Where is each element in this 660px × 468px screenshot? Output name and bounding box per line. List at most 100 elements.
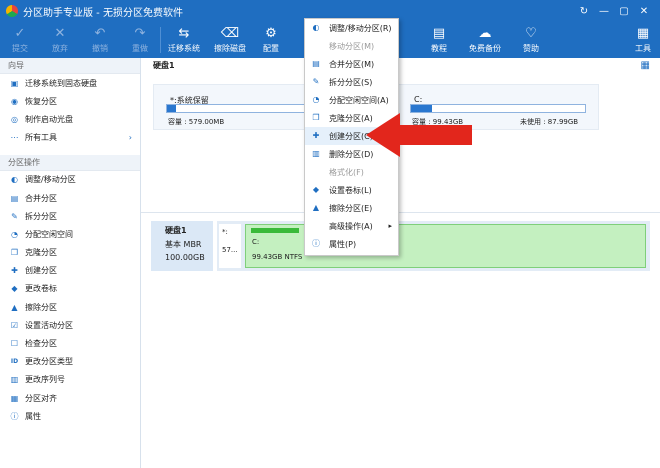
- c-usage-fill: [251, 228, 299, 233]
- menu-item-advanced[interactable]: 高级操作(A) ▸: [305, 217, 398, 235]
- undo-icon: ↶: [94, 25, 106, 41]
- pie-icon: ◔: [312, 95, 320, 104]
- close-button[interactable]: ✕: [634, 0, 654, 22]
- wipe-icon: ▲: [11, 302, 18, 312]
- more-icon: ⋯: [10, 133, 19, 143]
- sidebar-item-label: 创建分区: [25, 266, 57, 276]
- format-icon: [311, 167, 321, 177]
- partition-card-reserved[interactable]: *:系统保留 容量 : 579.00MB: [153, 84, 327, 130]
- sidebar-item-label: 检查分区: [25, 339, 57, 349]
- sidebar-item-resize[interactable]: ◐ 调整/移动分区: [0, 171, 140, 189]
- tutorial-button[interactable]: ▤ 教程: [416, 22, 462, 58]
- apply-button[interactable]: ✓ 提交: [0, 22, 40, 58]
- sidebar-item-label: 属性: [25, 411, 41, 421]
- annotation-arrow-icon: [366, 113, 472, 157]
- sidebar-item-check[interactable]: ☐ 检查分区: [0, 334, 140, 352]
- config-button[interactable]: ⚙ 配置: [253, 22, 289, 58]
- undo-button[interactable]: ↶ 撤销: [80, 22, 120, 58]
- migrate-label: 迁移系统: [168, 43, 200, 53]
- sidebar-item-properties[interactable]: ⓘ 属性: [0, 407, 140, 425]
- redo-button[interactable]: ↷ 重做: [120, 22, 160, 58]
- wizard-section-title: 向导: [0, 58, 140, 74]
- sidebar-item-label: 更改分区类型: [25, 357, 73, 367]
- partition-name: C:: [414, 95, 423, 104]
- sidebar-item-set-active[interactable]: ☑ 设置活动分区: [0, 316, 140, 334]
- window-controls: ↻ — ▢ ✕: [574, 0, 654, 22]
- menu-item-properties[interactable]: ⓘ 属性(P): [305, 235, 398, 253]
- sidebar-item-clone[interactable]: ❐ 克隆分区: [0, 244, 140, 262]
- sidebar-item-label: 所有工具: [25, 133, 57, 143]
- refresh-icon[interactable]: ↻: [574, 0, 594, 22]
- sidebar-item-boot-disc[interactable]: ◎ 制作启动光盘: [0, 110, 140, 128]
- sidebar-item-all-tools[interactable]: ⋯ 所有工具 ›: [0, 129, 140, 147]
- tools-button[interactable]: ▦ 工具: [626, 22, 660, 58]
- menu-item-move[interactable]: 移动分区(M): [305, 37, 398, 55]
- sidebar-item-change-label[interactable]: ◆ 更改卷标: [0, 280, 140, 298]
- toolbar-right: ▤ 教程 ☁ 免费备份 ♡ 赞助 ▦ 工具: [416, 22, 660, 58]
- tag-icon: ◆: [312, 185, 320, 194]
- sidebar-item-label: 调整/移动分区: [25, 175, 76, 185]
- discard-button[interactable]: ✕ 放弃: [40, 22, 80, 58]
- disk-map-reserved-partition[interactable]: *: 57...: [219, 224, 241, 268]
- menu-item-format[interactable]: 格式化(F): [305, 163, 398, 181]
- sidebar-item-label: 恢复分区: [25, 96, 57, 106]
- sidebar-item-recover-partition[interactable]: ◉ 恢复分区: [0, 92, 140, 110]
- view-toggle-icon[interactable]: ▦: [641, 60, 650, 71]
- resize-icon: ◐: [312, 23, 320, 32]
- disk-icon: ▣: [10, 78, 19, 88]
- undo-label: 撤销: [92, 43, 108, 53]
- menu-item-resize[interactable]: ◐ 调整/移动分区(R): [305, 19, 398, 37]
- sidebar-item-serial[interactable]: ▥ 更改序列号: [0, 371, 140, 389]
- pie-icon: ◔: [11, 229, 18, 239]
- migrate-os-button[interactable]: ⇆ 迁移系统: [161, 22, 207, 58]
- x-icon: ✕: [54, 25, 66, 41]
- mini-part-label: *:: [222, 228, 228, 236]
- free-backup-button[interactable]: ☁ 免费备份: [462, 22, 508, 58]
- menu-item-set-label[interactable]: ◆ 设置卷标(L): [305, 181, 398, 199]
- menu-item-merge[interactable]: ▤ 合并分区(M): [305, 55, 398, 73]
- disk-map-info[interactable]: 硬盘1 基本 MBR 100.00GB: [151, 221, 213, 271]
- sidebar-item-label: 克隆分区: [25, 248, 57, 258]
- sidebar-item-merge[interactable]: ▤ 合并分区: [0, 189, 140, 207]
- sidebar-item-split[interactable]: ✎ 拆分分区: [0, 207, 140, 225]
- menu-item-wipe[interactable]: ▲ 擦除分区(E): [305, 199, 398, 217]
- menu-item-split[interactable]: ✎ 拆分分区(S): [305, 73, 398, 91]
- migrate-icon: ⇆: [178, 25, 190, 41]
- sidebar-item-allocate[interactable]: ◔ 分配空闲空间: [0, 225, 140, 243]
- sidebar-item-create[interactable]: ✚ 创建分区: [0, 262, 140, 280]
- maximize-button[interactable]: ▢: [614, 0, 634, 22]
- info-icon: ⓘ: [10, 411, 19, 421]
- wipe-disk-button[interactable]: ⌫ 擦除磁盘: [207, 22, 253, 58]
- check-disk-icon: ☐: [10, 339, 19, 349]
- plus-icon: ✚: [11, 266, 18, 276]
- disc-icon: ◎: [11, 114, 18, 124]
- cloud-icon: ☁: [478, 25, 492, 41]
- clone-icon: ❐: [10, 248, 19, 258]
- gear-icon: ⚙: [265, 25, 277, 41]
- ops-section-title: 分区操作: [0, 154, 140, 171]
- wipe-icon: ▲: [312, 203, 320, 212]
- serial-icon: ▥: [10, 375, 19, 385]
- menu-item-allocate[interactable]: ◔ 分配空闲空间(A): [305, 91, 398, 109]
- tools-grid-icon: ▦: [636, 25, 650, 41]
- minimize-button[interactable]: —: [594, 0, 614, 22]
- menu-item-label: 属性(P): [329, 239, 357, 249]
- disk-map-size: 100.00GB: [165, 253, 205, 262]
- recover-icon: ◉: [11, 96, 18, 106]
- menu-item-label: 调整/移动分区(R): [329, 23, 392, 33]
- advanced-icon: [311, 221, 321, 231]
- sidebar-item-migrate-ssd[interactable]: ▣ 迁移系统到固态硬盘: [0, 74, 140, 92]
- sidebar-item-align[interactable]: ▦ 分区对齐: [0, 389, 140, 407]
- tools-label: 工具: [635, 43, 651, 53]
- sponsor-button[interactable]: ♡ 赞助: [508, 22, 554, 58]
- id-icon: ID: [10, 358, 19, 366]
- sidebar-item-wipe[interactable]: ▲ 擦除分区: [0, 298, 140, 316]
- clone-icon: ❐: [312, 113, 320, 122]
- move-icon: [311, 41, 321, 51]
- annotation-arrow-shape: [366, 113, 472, 157]
- c-label: C:: [252, 238, 260, 246]
- info-icon: ⓘ: [312, 239, 320, 248]
- eraser-icon: ⌫: [220, 25, 240, 41]
- wipe-disk-label: 擦除磁盘: [214, 43, 246, 53]
- sidebar-item-change-type[interactable]: ID 更改分区类型: [0, 353, 140, 371]
